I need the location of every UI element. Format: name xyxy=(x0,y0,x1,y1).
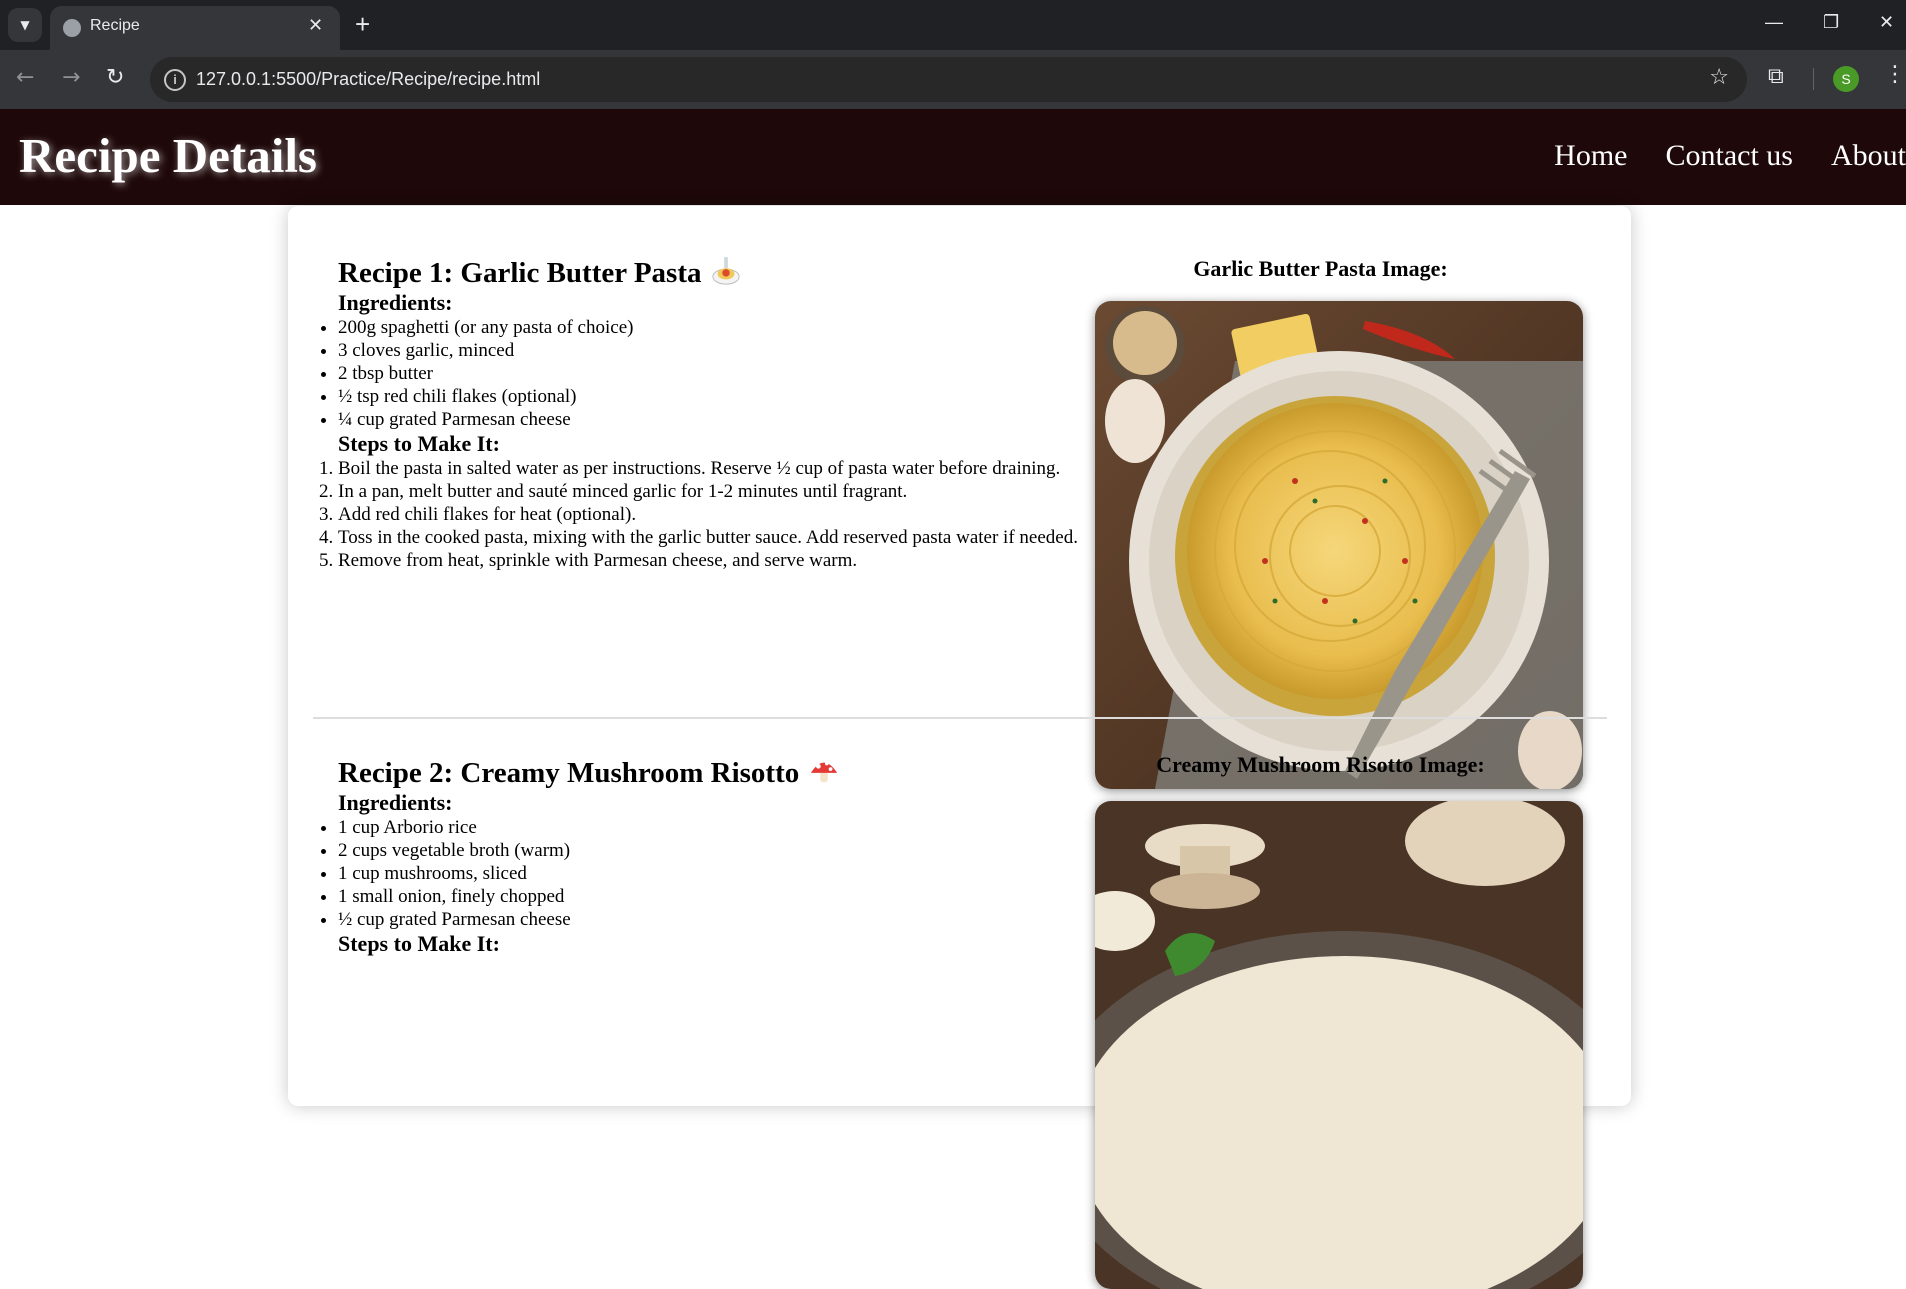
list-item: 1 cup Arborio rice xyxy=(338,816,1143,839)
browser-toolbar: ← → ↻ i 127.0.0.1:5500/Practice/Recipe/r… xyxy=(0,50,1906,109)
back-icon[interactable]: ← xyxy=(16,65,34,90)
step-item: Remove from heat, sprinkle with Parmesan… xyxy=(338,549,1143,572)
list-item: 3 cloves garlic, minced xyxy=(338,339,1143,362)
step-item: In a pan, melt butter and sauté minced g… xyxy=(338,480,1143,503)
nav-contact-link[interactable]: Contact us xyxy=(1666,139,1794,173)
info-icon[interactable]: i xyxy=(164,69,186,91)
ingredients-list: 1 cup Arborio rice 2 cups vegetable brot… xyxy=(338,816,1143,931)
chevron-down-icon: ▼ xyxy=(20,18,30,32)
restore-icon[interactable]: ❐ xyxy=(1823,12,1839,33)
step-item: Toss in the cooked pasta, mixing with th… xyxy=(338,526,1143,549)
profile-avatar[interactable]: S xyxy=(1833,66,1859,92)
site-header: Recipe Details Home Contact us About xyxy=(0,109,1906,205)
toolbar-divider xyxy=(1813,68,1814,90)
mushroom-emoji-icon xyxy=(811,761,838,783)
new-tab-button[interactable]: + xyxy=(355,10,370,38)
recipe-2-image-caption: Creamy Mushroom Risotto Image: xyxy=(1156,752,1485,777)
recipe-2-image-panel: Creamy Mushroom Risotto Image: xyxy=(1048,752,1593,1289)
list-item: 2 tbsp butter xyxy=(338,362,1143,385)
ingredients-list: 200g spaghetti (or any pasta of choice) … xyxy=(338,316,1143,431)
nav-about-link[interactable]: About xyxy=(1831,139,1906,173)
recipe-divider xyxy=(313,717,1607,719)
main-nav: Home Contact us About xyxy=(1554,139,1906,173)
url-text[interactable]: 127.0.0.1:5500/Practice/Recipe/recipe.ht… xyxy=(196,69,540,90)
list-item: 2 cups vegetable broth (warm) xyxy=(338,839,1143,862)
more-menu-icon[interactable]: ⋮ xyxy=(1884,62,1906,87)
globe-icon xyxy=(63,19,81,37)
list-item: ½ cup grated Parmesan cheese xyxy=(338,908,1143,931)
recipe-card: Recipe 1: Garlic Butter Pasta Ingredient… xyxy=(288,206,1631,1289)
step-item: Boil the pasta in salted water as per in… xyxy=(338,457,1143,480)
reload-icon[interactable]: ↻ xyxy=(106,65,124,90)
step-item: Add red chili flakes for heat (optional)… xyxy=(338,503,1143,526)
recipe-1-image-caption: Garlic Butter Pasta Image: xyxy=(1193,256,1448,281)
recipe-1-title-text: Recipe 1: Garlic Butter Pasta xyxy=(338,257,702,289)
extensions-icon[interactable]: ⧉ xyxy=(1768,64,1784,89)
risotto-illustration xyxy=(1095,801,1583,1289)
list-item: 200g spaghetti (or any pasta of choice) xyxy=(338,316,1143,339)
window-close-icon[interactable]: ✕ xyxy=(1879,12,1894,33)
mushroom-risotto-photo xyxy=(1095,801,1583,1289)
list-item: 1 cup mushrooms, sliced xyxy=(338,862,1143,885)
steps-list: Boil the pasta in salted water as per in… xyxy=(338,457,1143,572)
garlic-butter-pasta-photo xyxy=(1095,301,1583,789)
close-icon[interactable]: ✕ xyxy=(308,15,323,36)
nav-home-link[interactable]: Home xyxy=(1554,139,1627,173)
list-item: ¼ cup grated Parmesan cheese xyxy=(338,408,1143,431)
tab-title: Recipe xyxy=(90,17,140,34)
list-item: ½ tsp red chili flakes (optional) xyxy=(338,385,1143,408)
tab-recipe[interactable]: Recipe ✕ xyxy=(50,6,340,50)
tab-search-button[interactable]: ▼ xyxy=(8,8,42,42)
bookmark-star-icon[interactable]: ☆ xyxy=(1709,65,1729,90)
list-item: 1 small onion, finely chopped xyxy=(338,885,1143,908)
browser-chrome: ▼ Recipe ✕ + — ❐ ✕ ← → ↻ i 127.0.0.1:550… xyxy=(0,0,1906,109)
recipe-2-title-text: Recipe 2: Creamy Mushroom Risotto xyxy=(338,757,800,789)
pasta-illustration xyxy=(1095,301,1583,789)
recipe-1-image-panel: Garlic Butter Pasta Image: xyxy=(1048,256,1593,789)
forward-icon[interactable]: → xyxy=(62,65,80,90)
pasta-emoji-icon xyxy=(712,256,741,285)
tab-strip: ▼ Recipe ✕ + — ❐ ✕ xyxy=(0,0,1906,50)
page-title: Recipe Details xyxy=(19,128,317,183)
address-bar[interactable]: i 127.0.0.1:5500/Practice/Recipe/recipe.… xyxy=(150,57,1747,102)
minimize-icon[interactable]: — xyxy=(1765,12,1783,33)
